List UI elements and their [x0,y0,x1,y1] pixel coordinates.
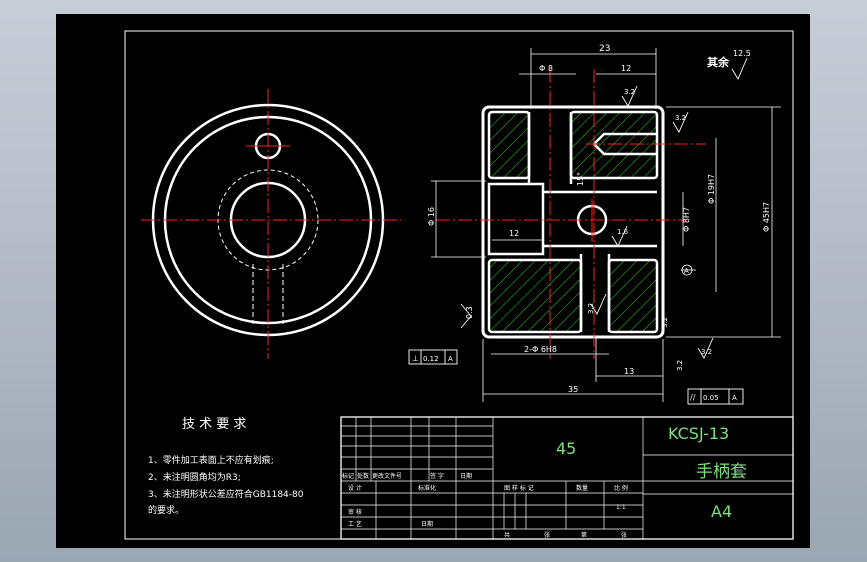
dim-angle: 15° [576,172,585,186]
svg-text:张: 张 [544,531,550,539]
svg-text://: // [690,393,696,402]
svg-text:审 核: 审 核 [348,508,362,516]
tolerance-flatness: ⊥ 0.12 A [408,349,458,365]
dim-top-left: Φ 8 [539,64,553,73]
side-view [141,89,401,359]
svg-text:更改文件号: 更改文件号 [372,472,402,480]
hatch-bottom-right [607,258,659,334]
svg-text:设 计: 设 计 [348,484,362,492]
svg-text:0.12: 0.12 [423,355,439,363]
svg-text:张: 张 [621,531,627,539]
tb-part-name: 手柄套 [696,462,747,482]
roughness-6: 3.2 [661,317,669,328]
section-view [436,69,706,359]
hatch-bottom-left [487,258,583,334]
dimension-texts: 23 Φ 8 12 Φ 16 12 Φ 8H7 Φ 19H7 Φ 45H7 0.… [427,44,771,394]
title-block: 45 KCSJ-13 手柄套 A4 1:1 标记 处数 更改文件号 签 字 日期… [340,416,794,540]
svg-text:A: A [448,355,453,363]
center-channel [543,190,657,248]
roughness-other-value: 12.5 [733,49,751,58]
hatch-top-right [569,110,659,180]
dim-chamfer: 0.3 [465,306,474,319]
svg-text:标记: 标记 [342,472,354,480]
roughness-3: 1.6 [617,228,629,236]
note-2: 2、未注明圆角均为R3; [148,471,241,483]
svg-text:工 艺: 工 艺 [348,520,362,528]
dim-bottom-overall: 35 [568,385,578,394]
tb-material: 45 [556,439,576,458]
roughness-1: 3.2 [624,88,635,96]
dim-left-height: Φ 16 [427,207,436,226]
roughness-2: 3.2 [675,114,686,122]
svg-text:0.05: 0.05 [703,394,719,402]
svg-text:签 字: 签 字 [430,472,444,480]
svg-text:日期: 日期 [460,472,472,480]
dim-bottom-right: 13 [624,367,634,376]
svg-text:共: 共 [504,531,510,539]
roughness-other-label: 其余 [707,55,730,69]
svg-text:日期: 日期 [421,520,433,528]
dim-top-right: 12 [621,64,631,73]
svg-text:⊥: ⊥ [412,354,419,363]
inner-bore [487,182,545,256]
note-4: 的要求。 [148,504,184,516]
dim-inner-slot: 12 [509,229,519,238]
technical-notes: 技 术 要 求 1、零件加工表面上不应有划痕; 2、未注明圆角均为R3; 3、未… [148,417,304,516]
svg-text:第: 第 [581,531,587,539]
notes-heading: 技 术 要 求 [182,417,246,432]
roughness-5: 3.2 [701,348,712,356]
tb-drawing-no: KCSJ-13 [668,424,729,443]
dim-bottom-holes: 2-Φ 6H8 [524,345,557,354]
svg-text:标准化: 标准化 [418,484,436,492]
svg-text:数量: 数量 [576,484,588,492]
roughness-4: 3.2 [587,303,595,314]
note-3: 3、未注明形状公差应符合GB1184-80 [148,488,304,500]
datum-label: A [684,267,689,275]
svg-text:图 样 标 记: 图 样 标 记 [504,484,534,492]
drawing-canvas: 23 Φ 8 12 Φ 16 12 Φ 8H7 Φ 19H7 Φ 45H7 0.… [124,30,794,540]
svg-text:A: A [732,394,737,402]
dim-top-overall: 23 [599,44,610,54]
tb-scale: 1:1 [616,504,626,511]
dim-corner: 3.2 [676,360,684,371]
svg-text:比 例: 比 例 [614,484,628,492]
dim-right-overall: Φ 45H7 [762,202,771,232]
tb-sheet-size: A4 [711,502,732,521]
hatch-top-left [487,110,531,180]
svg-text:处数: 处数 [357,472,369,480]
cad-viewer: 23 Φ 8 12 Φ 16 12 Φ 8H7 Φ 19H7 Φ 45H7 0.… [0,0,867,562]
drawing-sheet: 23 Φ 8 12 Φ 16 12 Φ 8H7 Φ 19H7 Φ 45H7 0.… [56,14,810,548]
dim-right-mid: Φ 8H7 [682,207,691,232]
note-1: 1、零件加工表面上不应有划痕; [148,454,274,466]
tolerance-parallel: // 0.05 A [687,388,744,405]
dim-right-upper: Φ 19H7 [707,174,716,204]
